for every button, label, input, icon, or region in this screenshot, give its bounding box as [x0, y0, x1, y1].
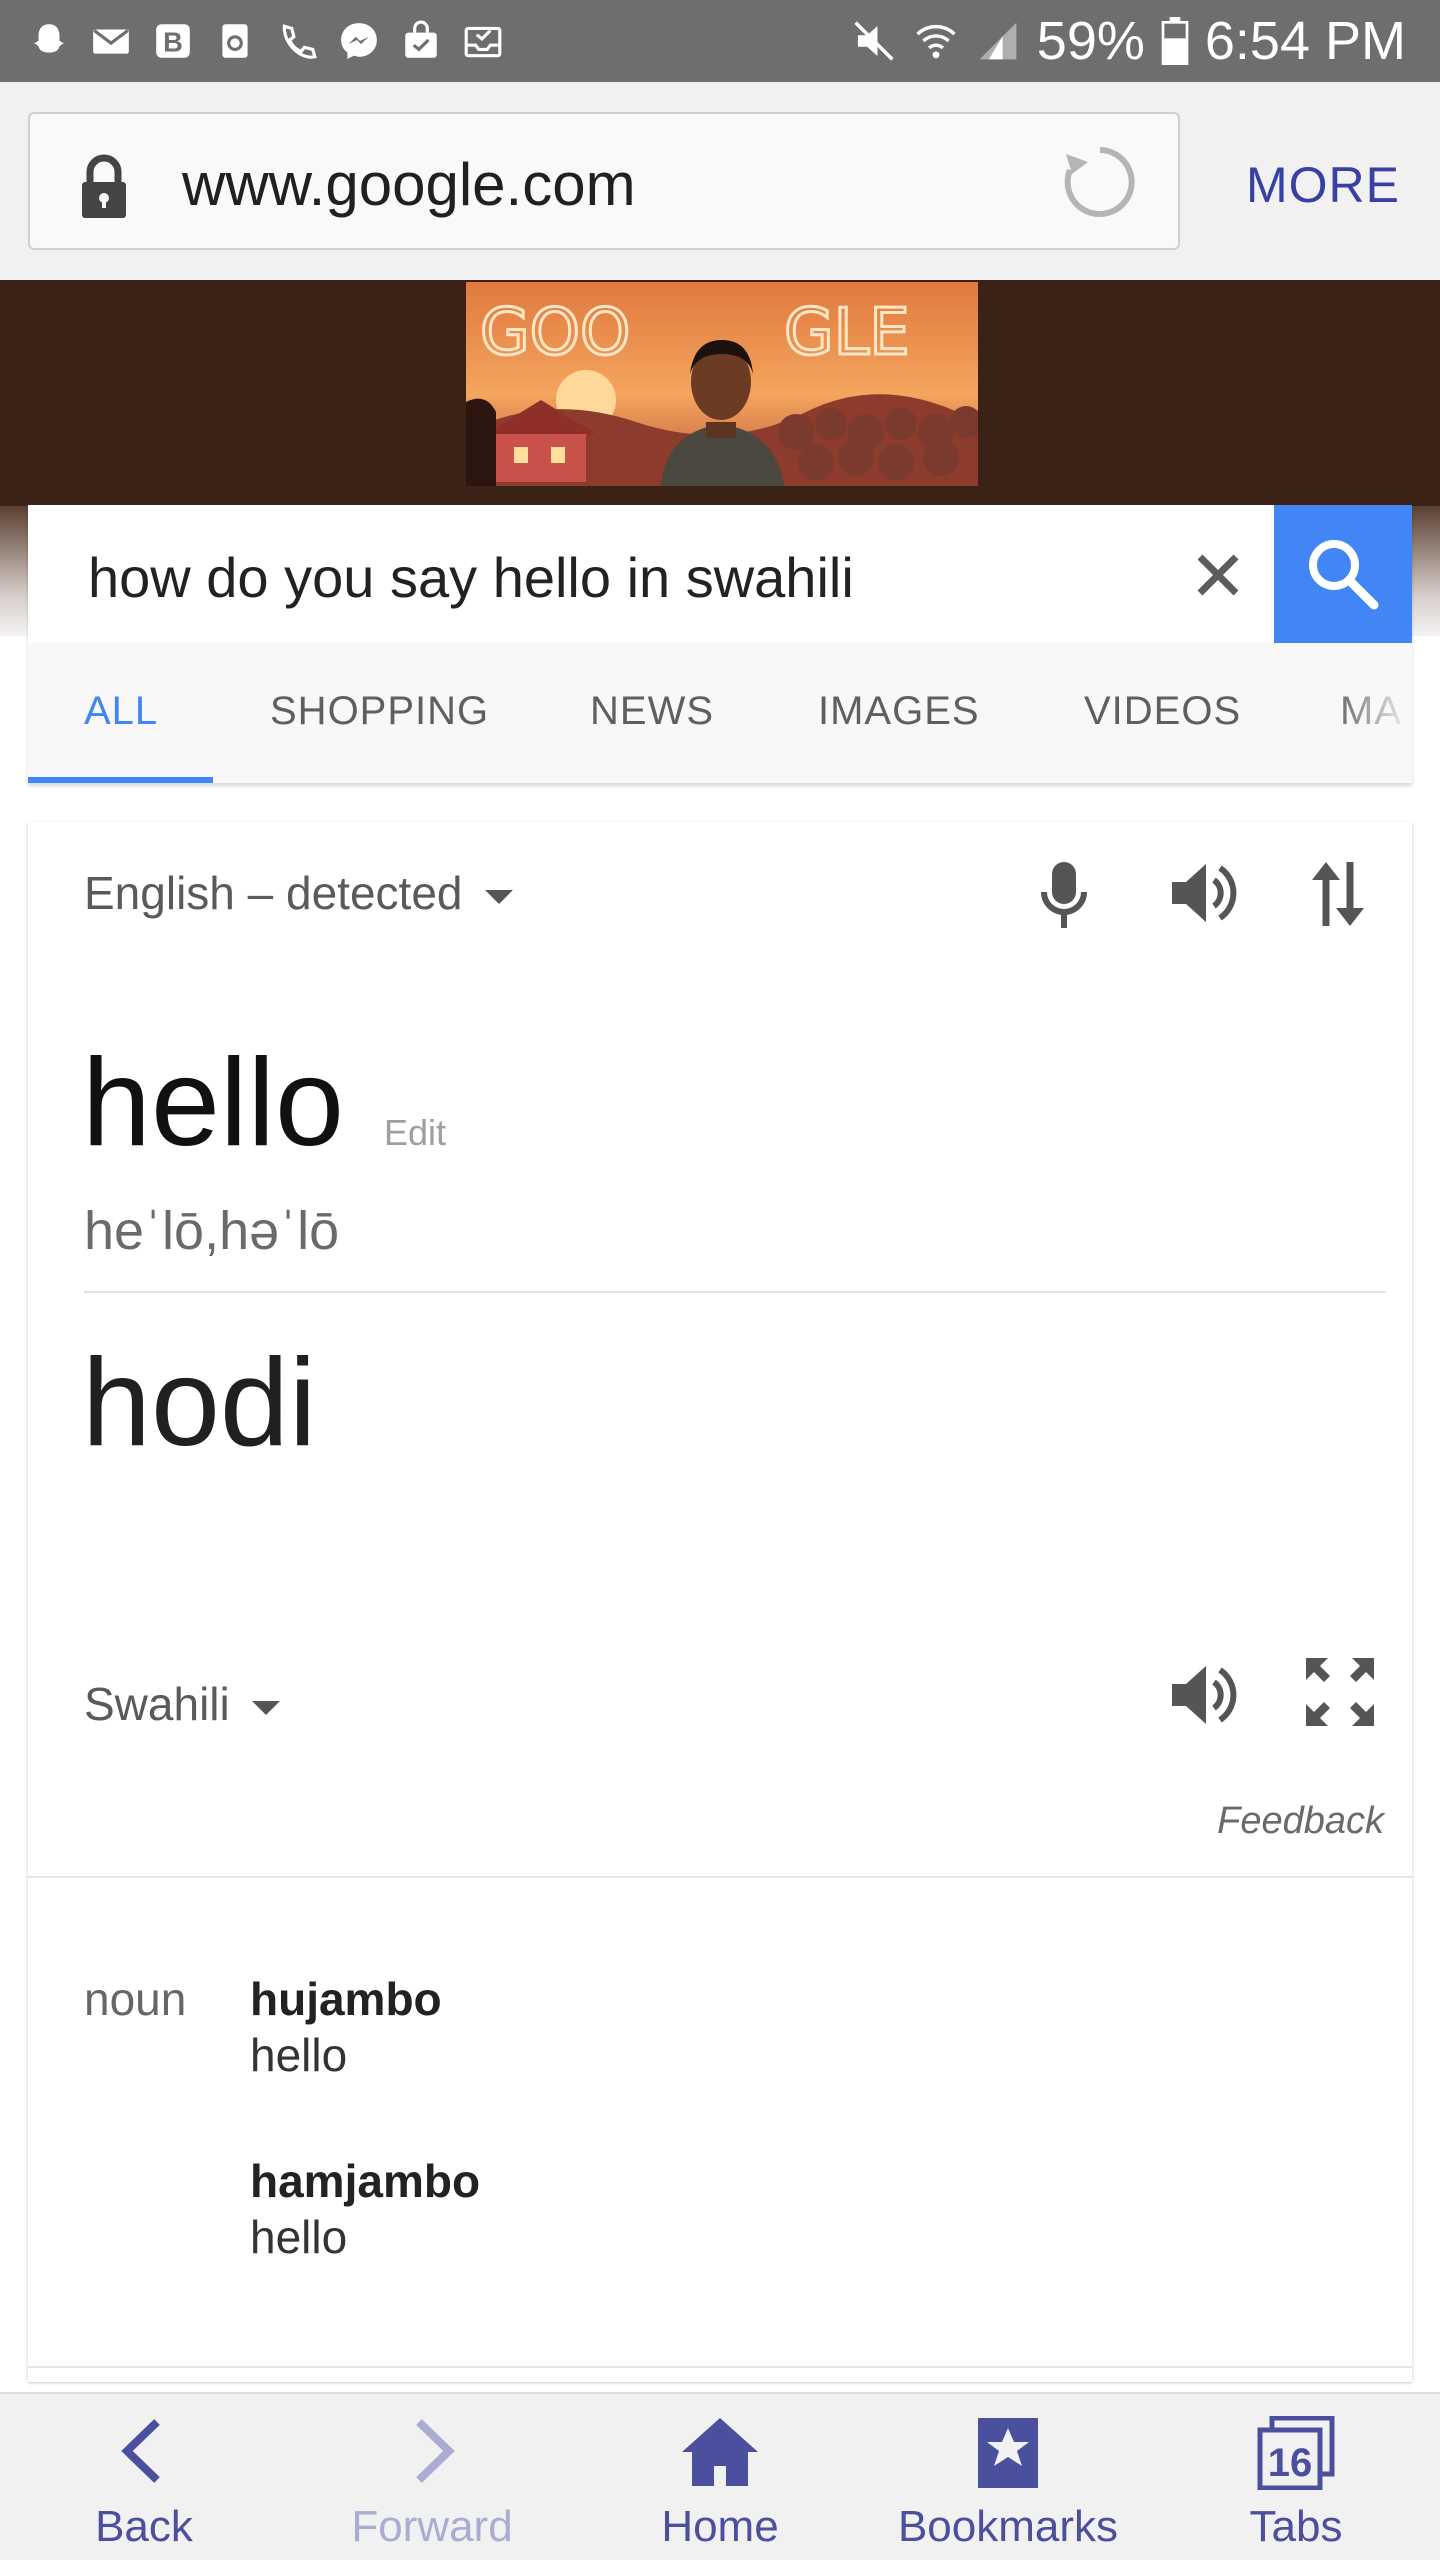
- tab-news[interactable]: NEWS: [590, 689, 714, 734]
- doodle-text-right: GLE: [784, 296, 910, 370]
- wifi-icon: [916, 24, 956, 59]
- search-tabs: ALL SHOPPING NEWS IMAGES VIDEOS MA: [28, 643, 1412, 783]
- search-box[interactable]: how do you say hello in swahili: [28, 505, 1412, 643]
- chevron-down-icon: [251, 1701, 280, 1715]
- svg-text:B: B: [163, 26, 183, 57]
- lock-icon: [82, 154, 126, 218]
- translate-card: English – detected hello Edit heˈlō,həˈl…: [28, 822, 1412, 2382]
- chevron-right-icon: [416, 2419, 455, 2483]
- more-button[interactable]: MORE: [1246, 156, 1400, 214]
- search-input[interactable]: how do you say hello in swahili: [88, 545, 854, 610]
- feedback-link[interactable]: Feedback: [1217, 1800, 1384, 1843]
- active-tab-indicator: [28, 777, 213, 783]
- speaker-icon[interactable]: [1166, 1658, 1240, 1732]
- divider: [28, 2366, 1412, 2368]
- tab-videos[interactable]: VIDEOS: [1084, 689, 1241, 734]
- edit-link[interactable]: Edit: [384, 1112, 446, 1154]
- reload-icon[interactable]: [1060, 142, 1140, 222]
- home-label: Home: [661, 2502, 779, 2551]
- mute-icon: [854, 21, 894, 61]
- source-language-select[interactable]: English – detected: [84, 866, 513, 920]
- forward-label: Forward: [351, 2502, 513, 2551]
- tab-all[interactable]: ALL: [84, 689, 158, 734]
- bookmark-star-icon: [978, 2418, 1038, 2488]
- search-icon: [1309, 540, 1379, 610]
- tab-images[interactable]: IMAGES: [818, 689, 980, 734]
- tabs-button[interactable]: 16 Tabs: [1152, 2394, 1440, 2562]
- source-word: hello: [82, 1034, 344, 1172]
- inbox-icon: [464, 26, 502, 58]
- swap-languages-icon[interactable]: [1306, 856, 1370, 932]
- home-icon: [682, 2418, 758, 2486]
- chevron-down-icon: [484, 890, 513, 904]
- back-button[interactable]: Back: [0, 2394, 288, 2562]
- speaker-icon[interactable]: [1166, 856, 1240, 930]
- snapchat-icon: [34, 24, 64, 53]
- search-button[interactable]: [1274, 505, 1412, 643]
- back-label: Back: [95, 2502, 193, 2551]
- translated-word: hodi: [82, 1334, 317, 1472]
- tabs-label: Tabs: [1249, 2502, 1343, 2551]
- source-language-label: English – detected: [84, 867, 463, 919]
- clock: 6:54 PM: [1204, 11, 1406, 71]
- status-bar: B 59% 6:54 PM: [0, 0, 1440, 82]
- definition-gloss: hello: [250, 2029, 348, 2081]
- status-right: 59% 6:54 PM: [851, 0, 1406, 82]
- fullscreen-icon[interactable]: [1304, 1656, 1376, 1728]
- mail-icon: [93, 29, 129, 54]
- target-language-label: Swahili: [84, 1678, 230, 1730]
- google-doodle[interactable]: GOO GLE: [466, 282, 978, 486]
- forward-button[interactable]: Forward: [288, 2394, 576, 2562]
- blogger-icon: B: [156, 24, 190, 58]
- address-bar[interactable]: www.google.com: [28, 112, 1180, 250]
- divider: [84, 1291, 1386, 1293]
- home-button[interactable]: Home: [576, 2394, 864, 2562]
- battery-icon: [1161, 17, 1189, 65]
- messenger-icon: [341, 23, 377, 59]
- definition-word: hujambo: [250, 1973, 442, 2025]
- clear-icon[interactable]: [1178, 535, 1258, 615]
- phone-missed-icon: [282, 24, 317, 59]
- browser-toolbar: www.google.com MORE: [0, 82, 1440, 280]
- tabs-fade: [1332, 643, 1412, 783]
- signal-icon: [979, 22, 1017, 60]
- tab-count: 16: [1268, 2441, 1313, 2485]
- microphone-icon[interactable]: [1036, 858, 1092, 934]
- bookmarks-label: Bookmarks: [897, 2502, 1119, 2551]
- url-text: www.google.com: [182, 151, 636, 218]
- bag-icon: [405, 20, 437, 58]
- notification-icons: B: [28, 18, 504, 64]
- tabs-icon: 16: [1257, 2416, 1335, 2490]
- battery-percent: 59%: [1036, 11, 1145, 71]
- tab-shopping[interactable]: SHOPPING: [270, 689, 489, 734]
- part-of-speech: noun: [84, 1973, 187, 2025]
- chevron-left-icon: [121, 2419, 160, 2483]
- phonetic-spelling: heˈlō,həˈlō: [84, 1201, 340, 1261]
- recycle-icon: [222, 24, 248, 58]
- target-language-select[interactable]: Swahili: [84, 1677, 280, 1731]
- doodle-text-left: GOO: [480, 296, 630, 370]
- bookmarks-button[interactable]: Bookmarks: [864, 2394, 1152, 2562]
- definition-word: hamjambo: [250, 2155, 481, 2207]
- bottom-navigation: Back Forward Home Bookmarks 16 Tabs: [0, 2392, 1440, 2560]
- definition-gloss: hello: [250, 2211, 348, 2263]
- divider: [28, 1876, 1412, 1878]
